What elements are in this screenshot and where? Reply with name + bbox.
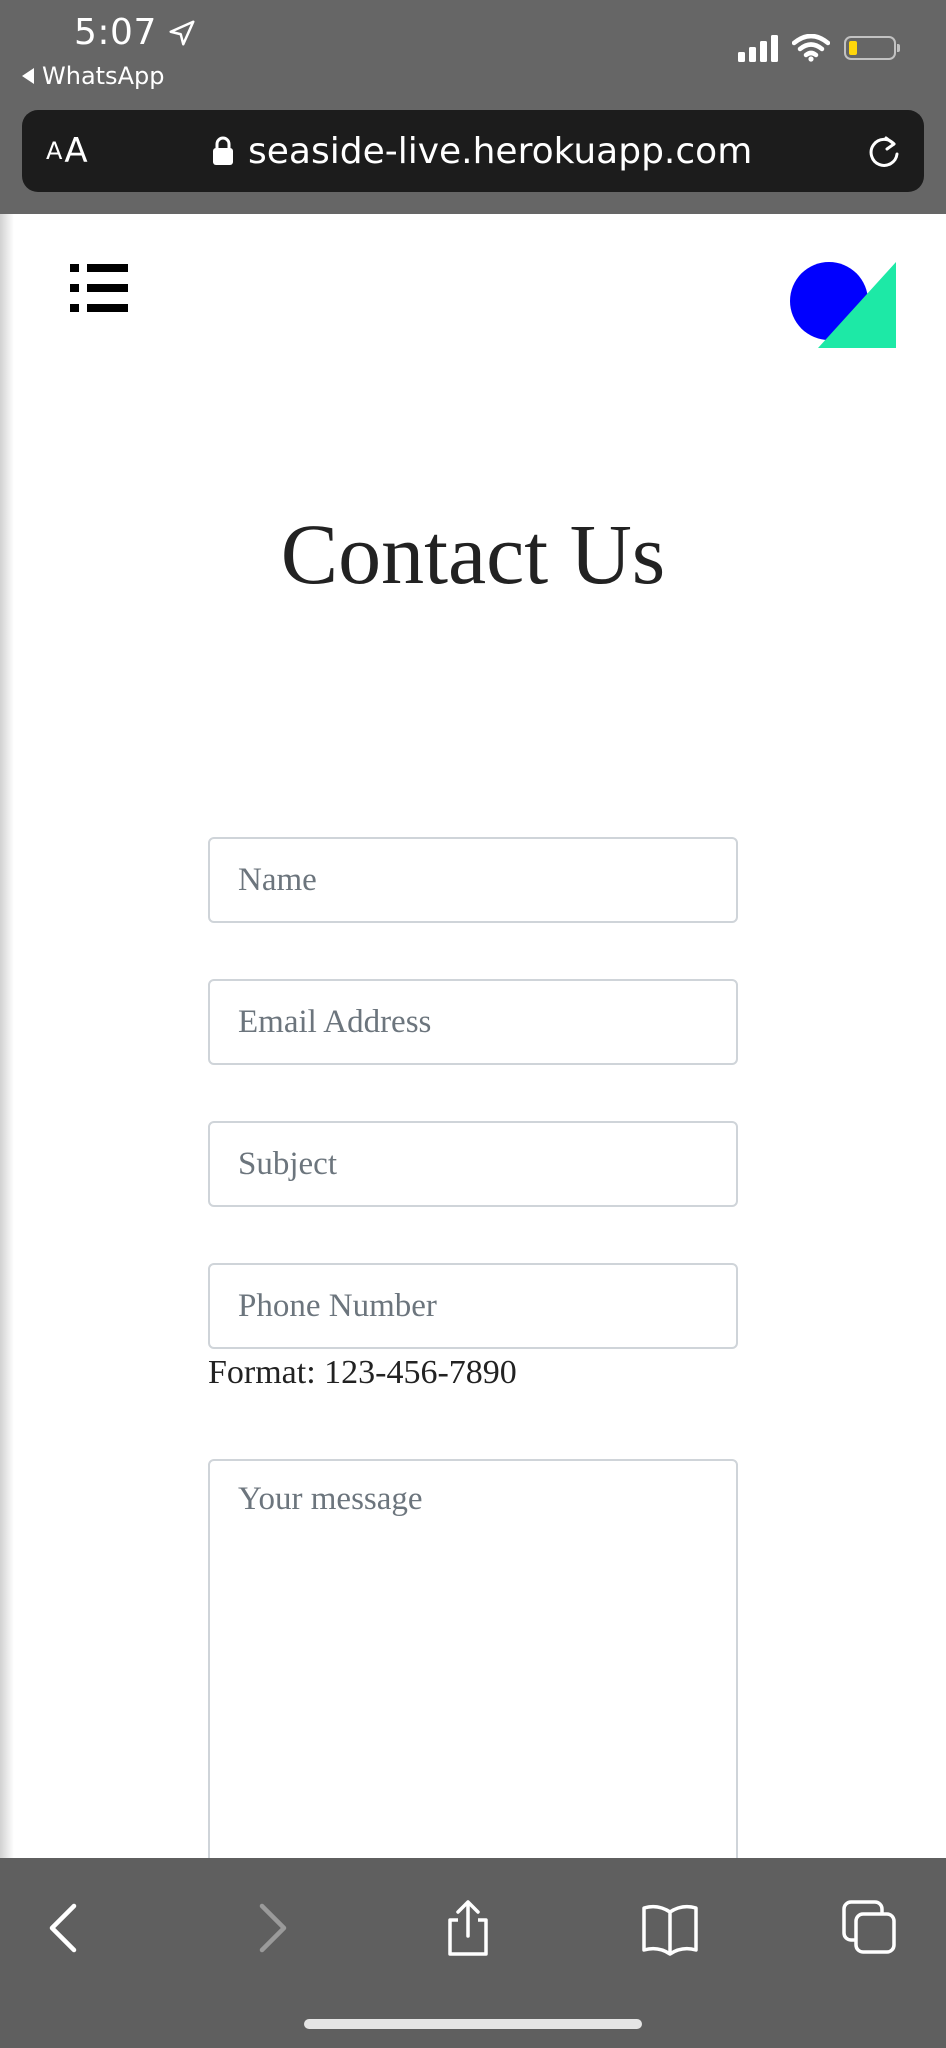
back-to-app-button[interactable]: WhatsApp	[22, 62, 164, 90]
share-icon[interactable]	[438, 1898, 498, 1958]
reload-icon[interactable]	[864, 132, 904, 172]
url-text: seaside-live.herokuapp.com	[248, 130, 753, 172]
url-display[interactable]: seaside-live.herokuapp.com	[212, 110, 752, 192]
text-size-large-label: A	[64, 131, 88, 171]
wifi-icon	[792, 34, 830, 62]
status-indicators	[738, 34, 900, 62]
phone-input[interactable]	[208, 1263, 738, 1349]
phone-format-hint: Format: 123-456-7890	[208, 1354, 517, 1391]
location-arrow-icon	[169, 20, 195, 45]
address-bar[interactable]: A A seaside-live.herokuapp.com	[22, 110, 924, 192]
lock-icon	[213, 136, 233, 165]
web-page: Contact Us Format: 123-456-7890	[0, 214, 946, 1858]
clock: 5:07	[74, 12, 197, 53]
time-label: 5:07	[74, 12, 157, 53]
page-title: Contact Us	[280, 506, 666, 602]
back-triangle-icon	[22, 68, 34, 84]
back-icon[interactable]	[36, 1898, 96, 1958]
text-size-small-label: A	[46, 137, 63, 165]
bookmarks-icon[interactable]	[640, 1898, 700, 1958]
status-bar: 5:07 WhatsApp	[0, 0, 946, 105]
home-indicator[interactable]	[304, 2019, 642, 2029]
site-logo[interactable]	[790, 262, 896, 348]
subject-input[interactable]	[208, 1121, 738, 1207]
tabs-icon[interactable]	[840, 1898, 900, 1958]
battery-icon	[844, 36, 900, 60]
forward-icon[interactable]	[240, 1898, 300, 1958]
cellular-signal-icon	[738, 34, 778, 62]
email-input[interactable]	[208, 979, 738, 1065]
hamburger-menu-icon[interactable]	[70, 264, 128, 312]
text-size-button[interactable]: A A	[46, 110, 88, 192]
name-input[interactable]	[208, 837, 738, 923]
back-app-label: WhatsApp	[42, 62, 165, 90]
message-textarea[interactable]	[208, 1459, 738, 1858]
